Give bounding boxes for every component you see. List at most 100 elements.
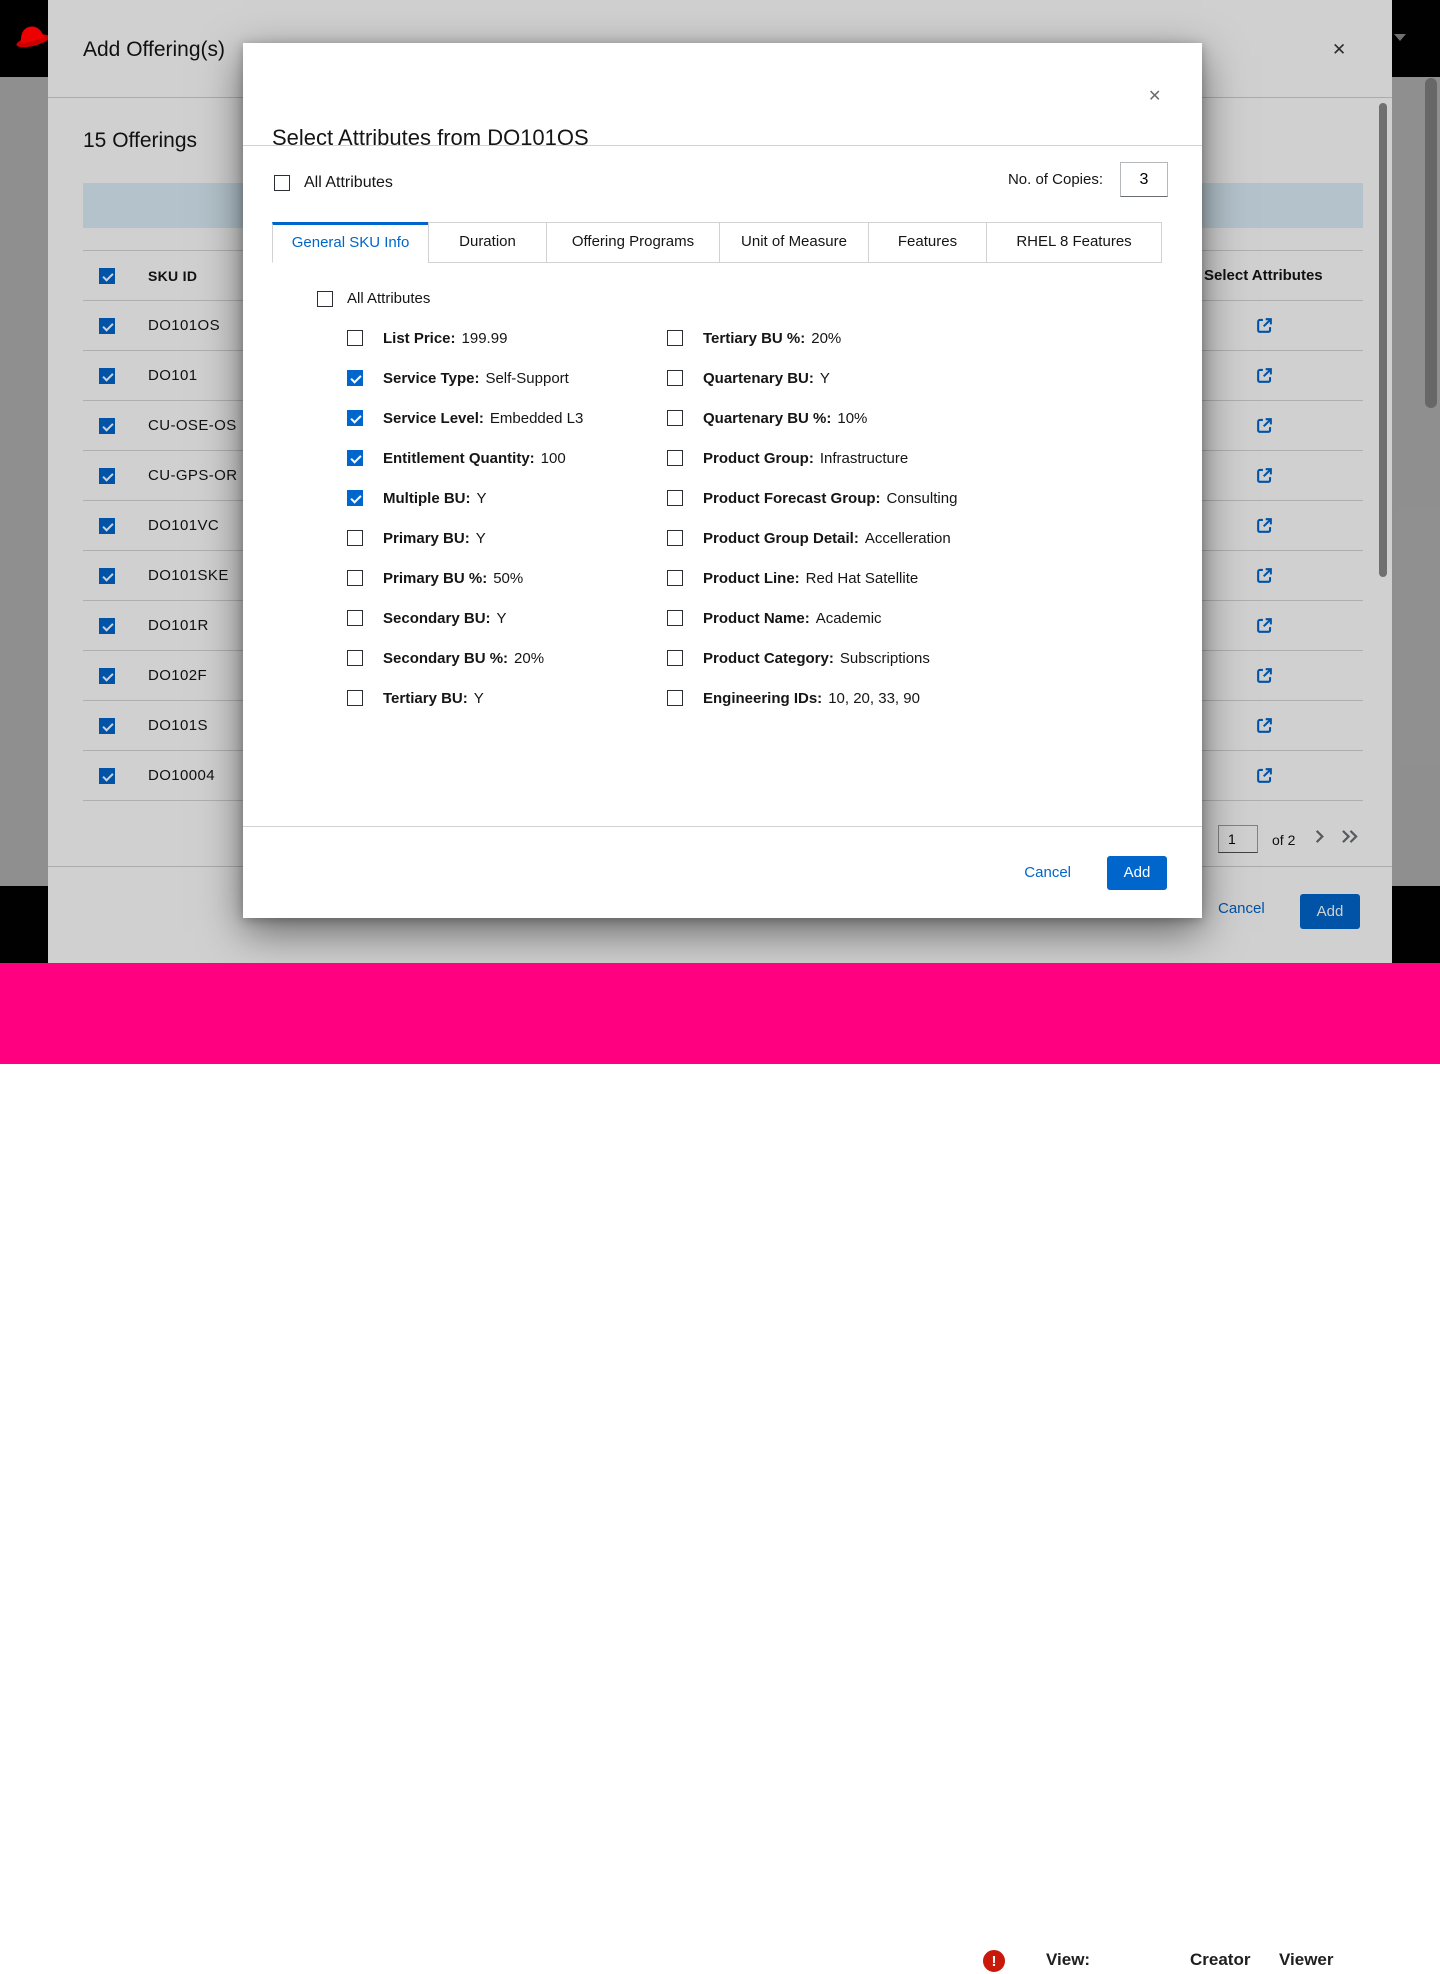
attribute-label: Service Level: (383, 410, 484, 427)
attribute-checkbox[interactable] (347, 650, 363, 666)
attribute-row: Secondary BU:Y (347, 610, 583, 626)
attribute-checkbox[interactable] (347, 690, 363, 706)
attribute-checkbox[interactable] (347, 570, 363, 586)
attribute-row: Product Line: Red Hat Satellite (667, 570, 957, 586)
attribute-row: Secondary BU %:20% (347, 650, 583, 666)
attributes-column-left: List Price: 199.99 Service Type: Self-Supp… (347, 330, 583, 706)
attribute-label: Product Category: (703, 650, 834, 667)
redhat-logo (0, 0, 48, 77)
attribute-value: Y (497, 610, 507, 627)
cancel-button[interactable]: Cancel (1024, 864, 1071, 881)
attribute-checkbox[interactable] (347, 450, 363, 466)
tab-duration[interactable]: Duration (428, 222, 547, 263)
select-attributes-title: Select Attributes from DO101OS (272, 125, 589, 151)
copies-input[interactable] (1120, 162, 1168, 197)
tab-unit-of-measure[interactable]: Unit of Measure (719, 222, 869, 263)
role-toolbar: ! View: Creator Viewer Admin (0, 963, 1440, 1064)
attribute-checkbox[interactable] (667, 370, 683, 386)
tab-features[interactable]: Features (868, 222, 987, 263)
attribute-label: Tertiary BU: (383, 690, 468, 707)
section-all-attributes-checkbox[interactable] (317, 291, 333, 307)
attribute-label: Primary BU: (383, 530, 470, 547)
role-admin[interactable]: Admin (1361, 1950, 1414, 1970)
attribute-row: Primary BU: Y (347, 530, 583, 546)
section-all-attributes-label: All Attributes (347, 290, 430, 307)
attribute-label: Service Type: (383, 370, 479, 387)
attribute-checkbox[interactable] (667, 530, 683, 546)
section-all-attributes-control: All Attributes (317, 290, 430, 307)
attribute-row: Service Type: Self-Support (347, 370, 583, 386)
role-creator[interactable]: Creator (1190, 1950, 1250, 1970)
attribute-label: Quartenary BU %: (703, 410, 831, 427)
attribute-label: Product Line: (703, 570, 800, 587)
attribute-checkbox[interactable] (347, 410, 363, 426)
attribute-row: Quartenary BU:Y (667, 370, 957, 386)
attribute-label: List Price: (383, 330, 456, 347)
attribute-label: Product Name: (703, 610, 810, 627)
attribute-row: Primary BU %: 50% (347, 570, 583, 586)
attribute-label: Product Group: (703, 450, 814, 467)
attribute-value: Subscriptions (840, 650, 930, 667)
view-label: View: (1046, 1950, 1090, 1970)
attribute-checkbox[interactable] (667, 410, 683, 426)
attribute-value: Infrastructure (820, 450, 908, 467)
all-attributes-checkbox[interactable] (274, 175, 290, 191)
attribute-checkbox[interactable] (667, 330, 683, 346)
copies-control: No. of Copies: (1008, 162, 1168, 197)
attribute-value: Y (820, 370, 830, 387)
attribute-value: Academic (816, 610, 882, 627)
select-attributes-footer: Cancel Add (243, 826, 1202, 918)
attribute-label: Entitlement Quantity: (383, 450, 535, 467)
attribute-value: Y (476, 530, 486, 547)
attribute-row: Quartenary BU %: 10% (667, 410, 957, 426)
attribute-checkbox[interactable] (667, 570, 683, 586)
close-icon[interactable]: ✕ (1148, 86, 1161, 106)
tab-offering-programs[interactable]: Offering Programs (546, 222, 720, 263)
attribute-checkbox[interactable] (667, 450, 683, 466)
attribute-row: Product Forecast Group: Consulting (667, 490, 957, 506)
tab-rhel-8-features[interactable]: RHEL 8 Features (986, 222, 1162, 263)
attribute-row: List Price: 199.99 (347, 330, 583, 346)
role-viewer[interactable]: Viewer (1279, 1950, 1334, 1970)
attribute-value: 20% (811, 330, 841, 347)
attribute-label: Product Forecast Group: (703, 490, 881, 507)
attribute-row: Tertiary BU %:20% (667, 330, 957, 346)
add-button[interactable]: Add (1107, 856, 1167, 890)
all-attributes-label: All Attributes (304, 174, 393, 192)
attribute-value: Y (474, 690, 484, 707)
attribute-label: Primary BU %: (383, 570, 487, 587)
copies-label: No. of Copies: (1008, 171, 1103, 188)
attribute-value: 10, 20, 33, 90 (828, 690, 920, 707)
warning-icon: ! (981, 1948, 1007, 1974)
attribute-row: Service Level:Embedded L3 (347, 410, 583, 426)
attribute-row: Product Group: Infrastructure (667, 450, 957, 466)
attribute-value: 199.99 (462, 330, 508, 347)
divider (243, 145, 1202, 146)
attribute-checkbox[interactable] (347, 370, 363, 386)
attribute-checkbox[interactable] (667, 690, 683, 706)
all-attributes-control: All Attributes (274, 174, 393, 192)
attribute-value: Y (477, 490, 487, 507)
attribute-value: Red Hat Satellite (806, 570, 919, 587)
attribute-checkbox[interactable] (347, 530, 363, 546)
attribute-checkbox[interactable] (347, 610, 363, 626)
attribute-row: Tertiary BU: Y (347, 690, 583, 706)
attribute-value: Consulting (887, 490, 958, 507)
attribute-checkbox[interactable] (347, 490, 363, 506)
attribute-value: 50% (493, 570, 523, 587)
attribute-checkbox[interactable] (667, 490, 683, 506)
attribute-row: Product Category: Subscriptions (667, 650, 957, 666)
attribute-row: Entitlement Quantity:100 (347, 450, 583, 466)
attribute-row: Multiple BU:Y (347, 490, 583, 506)
attribute-checkbox[interactable] (667, 650, 683, 666)
select-attributes-modal: Select Attributes from DO101OS ✕ All Att… (243, 43, 1202, 918)
attribute-row: Engineering IDs: 10, 20, 33, 90 (667, 690, 957, 706)
attribute-checkbox[interactable] (667, 610, 683, 626)
attribute-checkbox[interactable] (347, 330, 363, 346)
tab-general-sku-info[interactable]: General SKU Info (272, 222, 429, 263)
attribute-value: Accelleration (865, 530, 951, 547)
attribute-value: 10% (837, 410, 867, 427)
attribute-tabs: General SKU Info Duration Offering Progr… (272, 222, 1162, 263)
attribute-value: Self-Support (485, 370, 568, 387)
attribute-label: Engineering IDs: (703, 690, 822, 707)
